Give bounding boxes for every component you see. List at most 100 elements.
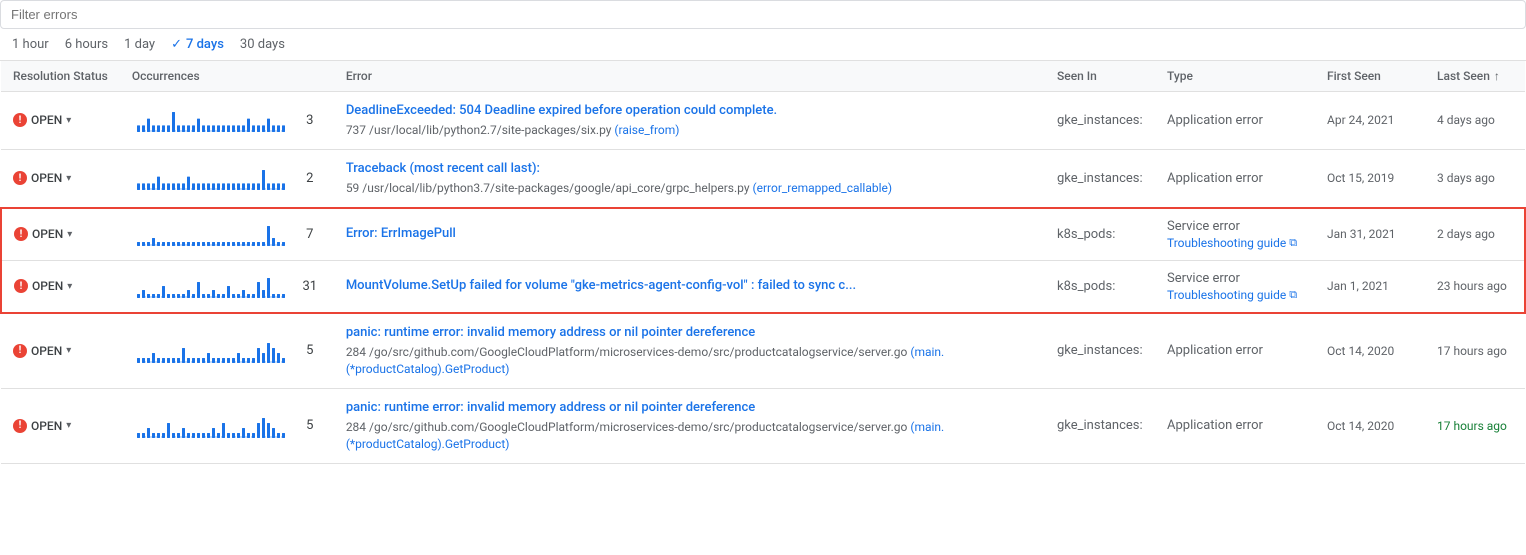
error-title[interactable]: panic: runtime error: invalid memory add…: [346, 399, 1033, 417]
sparkline-chart: [132, 108, 292, 132]
table-row: ! OPEN ▾ 31 MountVolume.SetUp failed for…: [1, 260, 1525, 313]
last-seen-value: 23 hours ago: [1437, 279, 1507, 293]
type-label: Application error: [1167, 171, 1303, 186]
table-row: ! OPEN ▾ 2 Traceback (most recent call l…: [1, 149, 1525, 207]
errors-table: Resolution Status Occurrences Error Seen…: [0, 61, 1526, 464]
occurrences-cell: 5: [120, 313, 334, 388]
error-cell: panic: runtime error: invalid memory add…: [334, 388, 1045, 463]
first-seen-cell: Oct 14, 2020: [1315, 388, 1425, 463]
error-line-number: 284: [346, 345, 366, 359]
sparkline-chart: [132, 274, 292, 298]
dropdown-arrow-icon[interactable]: ▾: [66, 420, 71, 431]
error-icon: !: [13, 171, 27, 185]
status-label: OPEN: [31, 344, 62, 358]
occurrences-cell: 3: [120, 92, 334, 150]
table-row: ! OPEN ▾ 5 panic: runtime error: invalid…: [1, 313, 1525, 388]
error-title[interactable]: MountVolume.SetUp failed for volume "gke…: [346, 277, 1033, 295]
error-subtitle: 59 /usr/local/lib/python3.7/site-package…: [346, 180, 1033, 197]
first-seen-cell: Jan 31, 2021: [1315, 208, 1425, 261]
error-title[interactable]: Error: ErrImagePull: [346, 225, 1033, 243]
first-seen-cell: Jan 1, 2021: [1315, 260, 1425, 313]
seen-in-cell: gke_instances:: [1045, 149, 1155, 207]
dropdown-arrow-icon[interactable]: ▾: [67, 229, 72, 240]
troubleshoot-link[interactable]: Troubleshooting guide ⧉: [1167, 236, 1303, 250]
status-label: OPEN: [32, 227, 63, 241]
last-seen-value: 2 days ago: [1437, 227, 1495, 241]
troubleshoot-label: Troubleshooting guide: [1167, 236, 1286, 250]
status-label: OPEN: [32, 279, 63, 293]
error-path: /usr/local/lib/python2.7/site-packages/s…: [369, 123, 611, 137]
external-link-icon: ⧉: [1289, 236, 1297, 250]
status-cell: ! OPEN ▾: [1, 149, 120, 207]
last-seen-cell: 17 hours ago: [1425, 313, 1525, 388]
last-seen-cell: 23 hours ago: [1425, 260, 1525, 313]
dropdown-arrow-icon[interactable]: ▾: [66, 173, 71, 184]
last-seen-value: 17 hours ago: [1437, 344, 1507, 358]
error-line-number: 59: [346, 181, 360, 195]
dropdown-arrow-icon[interactable]: ▾: [67, 281, 72, 292]
seen-in-cell: k8s_pods:: [1045, 260, 1155, 313]
table-row: ! OPEN ▾ 5 panic: runtime error: invalid…: [1, 388, 1525, 463]
type-label: Service error: [1167, 271, 1303, 286]
table-header-row: Resolution Status Occurrences Error Seen…: [1, 61, 1525, 92]
error-title[interactable]: DeadlineExceeded: 504 Deadline expired b…: [346, 102, 1033, 120]
time-filter-bar: 1 hour 6 hours 1 day ✓ 7 days 30 days: [0, 29, 1526, 61]
type-label: Application error: [1167, 113, 1303, 128]
table-row: ! OPEN ▾ 3 DeadlineExceeded: 504 Deadlin…: [1, 92, 1525, 150]
error-icon: !: [14, 227, 28, 241]
dropdown-arrow-icon[interactable]: ▾: [66, 345, 71, 356]
occurrences-count: 7: [298, 227, 322, 242]
last-seen-value: 4 days ago: [1437, 113, 1495, 127]
type-cell: Application error: [1155, 313, 1315, 388]
col-header-error: Error: [334, 61, 1045, 92]
last-seen-value: 3 days ago: [1437, 171, 1495, 185]
status-cell: ! OPEN ▾: [1, 208, 120, 261]
col-header-occurrences: Occurrences: [120, 61, 334, 92]
error-cell: panic: runtime error: invalid memory add…: [334, 313, 1045, 388]
occurrences-cell: 2: [120, 149, 334, 207]
time-filter-7days[interactable]: ✓ 7 days: [171, 37, 224, 52]
time-filter-6hours[interactable]: 6 hours: [65, 37, 108, 52]
type-cell: Service error Troubleshooting guide ⧉: [1155, 260, 1315, 313]
error-path: /usr/local/lib/python3.7/site-packages/g…: [362, 181, 749, 195]
status-cell: ! OPEN ▾: [1, 388, 120, 463]
occurrences-count: 5: [298, 418, 322, 433]
error-cell: MountVolume.SetUp failed for volume "gke…: [334, 260, 1045, 313]
last-seen-cell: 4 days ago: [1425, 92, 1525, 150]
seen-in-cell: k8s_pods:: [1045, 208, 1155, 261]
first-seen-cell: Oct 14, 2020: [1315, 313, 1425, 388]
dropdown-arrow-icon[interactable]: ▾: [66, 115, 71, 126]
error-icon: !: [13, 113, 27, 127]
last-seen-value: 17 hours ago: [1437, 419, 1507, 433]
occurrences-cell: 31: [120, 260, 334, 313]
error-subtitle: 284 /go/src/github.com/GoogleCloudPlatfo…: [346, 419, 1033, 453]
col-header-last-seen: Last Seen ↑: [1425, 61, 1525, 92]
error-line-number: 737: [346, 123, 366, 137]
filter-input[interactable]: [0, 0, 1526, 29]
error-icon: !: [13, 344, 27, 358]
col-header-seen-in: Seen In: [1045, 61, 1155, 92]
time-filter-1day[interactable]: 1 day: [124, 37, 155, 52]
error-subtitle: 284 /go/src/github.com/GoogleCloudPlatfo…: [346, 344, 1033, 378]
status-cell: ! OPEN ▾: [1, 260, 120, 313]
occurrences-count: 31: [298, 279, 322, 294]
type-cell: Service error Troubleshooting guide ⧉: [1155, 208, 1315, 261]
error-title[interactable]: Traceback (most recent call last):: [346, 160, 1033, 178]
error-function: (raise_from): [614, 123, 679, 137]
occurrences-count: 2: [298, 171, 322, 186]
error-subtitle: 737 /usr/local/lib/python2.7/site-packag…: [346, 122, 1033, 139]
time-filter-30days[interactable]: 30 days: [240, 37, 285, 52]
time-filter-1hour[interactable]: 1 hour: [12, 37, 49, 52]
sort-up-icon: ↑: [1494, 69, 1500, 83]
type-cell: Application error: [1155, 92, 1315, 150]
status-cell: ! OPEN ▾: [1, 92, 120, 150]
error-icon: !: [14, 279, 28, 293]
error-title[interactable]: panic: runtime error: invalid memory add…: [346, 324, 1033, 342]
sparkline-chart: [132, 222, 292, 246]
status-label: OPEN: [31, 171, 62, 185]
error-function: (error_remapped_callable): [753, 181, 893, 195]
sparkline-chart: [132, 166, 292, 190]
troubleshoot-link[interactable]: Troubleshooting guide ⧉: [1167, 288, 1303, 302]
occurrences-cell: 7: [120, 208, 334, 261]
table-row: ! OPEN ▾ 7 Error: ErrImagePull k8s_pods:…: [1, 208, 1525, 261]
